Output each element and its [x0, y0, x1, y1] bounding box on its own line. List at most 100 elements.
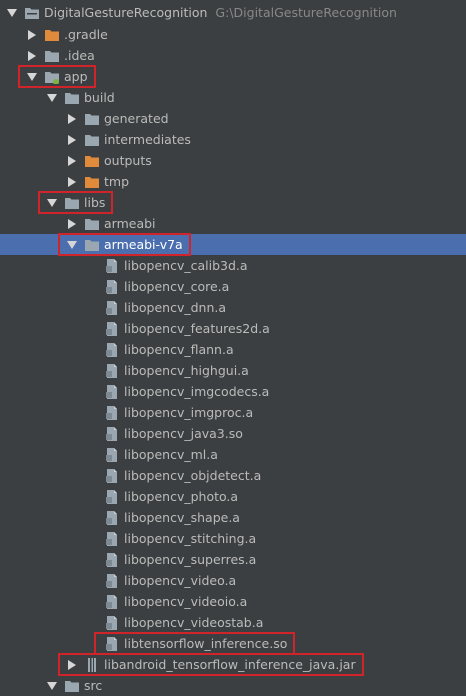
tree-row[interactable]: libopencv_photo.a — [0, 486, 466, 507]
tree-row[interactable]: libopencv_videostab.a — [0, 612, 466, 633]
tree-row[interactable]: libopencv_java3.so — [0, 423, 466, 444]
tree-row[interactable]: .gradle — [0, 24, 466, 45]
tree-item-label: libopencv_shape.a — [124, 510, 240, 525]
chevron-down-icon[interactable] — [44, 192, 60, 213]
file-icon — [104, 615, 120, 631]
tree-row[interactable]: libopencv_highgui.a — [0, 360, 466, 381]
tree-row[interactable]: libandroid_tensorflow_inference_java.jar — [0, 654, 466, 675]
tree-row[interactable]: armeabi-v7a — [0, 234, 466, 255]
tree-item-label: app — [64, 69, 88, 84]
chevron-right-icon[interactable] — [64, 150, 80, 171]
file-icon — [104, 300, 120, 316]
chevron-right-icon[interactable] — [24, 24, 40, 45]
file-icon — [104, 321, 120, 337]
tree-item-label: libopencv_java3.so — [124, 426, 243, 441]
tree-row[interactable]: libopencv_superres.a — [0, 549, 466, 570]
tree-row[interactable]: libtensorflow_inference.so — [0, 633, 466, 654]
chevron-down-icon[interactable] — [44, 675, 60, 696]
tree-item-label: libopencv_photo.a — [124, 489, 239, 504]
tree-row[interactable]: libopencv_calib3d.a — [0, 255, 466, 276]
folder-icon — [84, 216, 100, 232]
tree-row[interactable]: DigitalGestureRecognition G:\DigitalGestu… — [0, 2, 466, 23]
file-icon — [104, 279, 120, 295]
tree-row[interactable]: libopencv_ml.a — [0, 444, 466, 465]
project-tree: DigitalGestureRecognition G:\DigitalGestu… — [0, 0, 466, 694]
tree-row[interactable]: app — [0, 66, 466, 87]
chevron-down-icon[interactable] — [44, 87, 60, 108]
folder-icon — [84, 111, 100, 127]
tree-item-label: .gradle — [64, 27, 108, 42]
chevron-right-icon[interactable] — [64, 129, 80, 150]
file-icon — [104, 426, 120, 442]
file-icon — [104, 510, 120, 526]
tree-item-label: libopencv_videostab.a — [124, 615, 264, 630]
tree-item-label: libopencv_features2d.a — [124, 321, 270, 336]
tree-item-label: tmp — [104, 174, 130, 189]
folder-icon — [64, 90, 80, 106]
tree-row[interactable]: libopencv_shape.a — [0, 507, 466, 528]
tree-row[interactable]: libopencv_stitching.a — [0, 528, 466, 549]
tree-row[interactable]: libopencv_features2d.a — [0, 318, 466, 339]
tree-row[interactable]: outputs — [0, 150, 466, 171]
tree-row[interactable]: libopencv_core.a — [0, 276, 466, 297]
tree-row[interactable]: .idea — [0, 45, 466, 66]
chevron-right-icon[interactable] — [64, 213, 80, 234]
folder-orange-icon — [84, 153, 100, 169]
chevron-down-icon[interactable] — [4, 2, 20, 23]
tree-row[interactable]: libopencv_videoio.a — [0, 591, 466, 612]
tree-row[interactable]: libs — [0, 192, 466, 213]
tree-row[interactable]: libopencv_flann.a — [0, 339, 466, 360]
tree-row[interactable]: libopencv_objdetect.a — [0, 465, 466, 486]
tree-item-label: src — [84, 678, 103, 693]
folder-icon — [84, 237, 100, 253]
tree-row[interactable]: libopencv_imgcodecs.a — [0, 381, 466, 402]
tree-row[interactable]: armeabi — [0, 213, 466, 234]
chevron-right-icon[interactable] — [64, 108, 80, 129]
tree-item-label: libopencv_imgproc.a — [124, 405, 254, 420]
tree-row[interactable]: intermediates — [0, 129, 466, 150]
tree-item-label: libopencv_objdetect.a — [124, 468, 262, 483]
tree-row[interactable]: libopencv_video.a — [0, 570, 466, 591]
tree-row[interactable]: libopencv_dnn.a — [0, 297, 466, 318]
file-icon — [104, 552, 120, 568]
file-icon — [104, 573, 120, 589]
module-folder-icon — [44, 69, 60, 85]
chevron-down-icon[interactable] — [64, 234, 80, 255]
folder-icon — [64, 195, 80, 211]
tree-row[interactable]: tmp — [0, 171, 466, 192]
chevron-down-icon[interactable] — [24, 66, 40, 87]
file-icon — [104, 405, 120, 421]
tree-item-label: intermediates — [104, 132, 191, 147]
tree-row[interactable]: generated — [0, 108, 466, 129]
tree-item-label: libopencv_video.a — [124, 573, 237, 588]
tree-item-label: libtensorflow_inference.so — [124, 636, 288, 651]
tree-row[interactable]: build — [0, 87, 466, 108]
chevron-right-icon[interactable] — [64, 171, 80, 192]
tree-row[interactable]: src — [0, 675, 466, 696]
folder-orange-icon — [44, 27, 60, 43]
tree-item-label: libopencv_core.a — [124, 279, 230, 294]
tree-row[interactable]: libopencv_imgproc.a — [0, 402, 466, 423]
tree-item-label: libopencv_imgcodecs.a — [124, 384, 270, 399]
chevron-right-icon[interactable] — [24, 45, 40, 66]
folder-orange-icon — [84, 174, 100, 190]
tree-item-label: libopencv_ml.a — [124, 447, 218, 462]
chevron-right-icon[interactable] — [64, 654, 80, 675]
tree-item-label: outputs — [104, 153, 152, 168]
tree-item-label: libopencv_stitching.a — [124, 531, 257, 546]
tree-item-label: armeabi-v7a — [104, 237, 183, 252]
file-icon — [104, 468, 120, 484]
tree-item-label: libopencv_videoio.a — [124, 594, 248, 609]
file-icon — [104, 489, 120, 505]
tree-item-label: libopencv_calib3d.a — [124, 258, 248, 273]
file-icon — [104, 258, 120, 274]
